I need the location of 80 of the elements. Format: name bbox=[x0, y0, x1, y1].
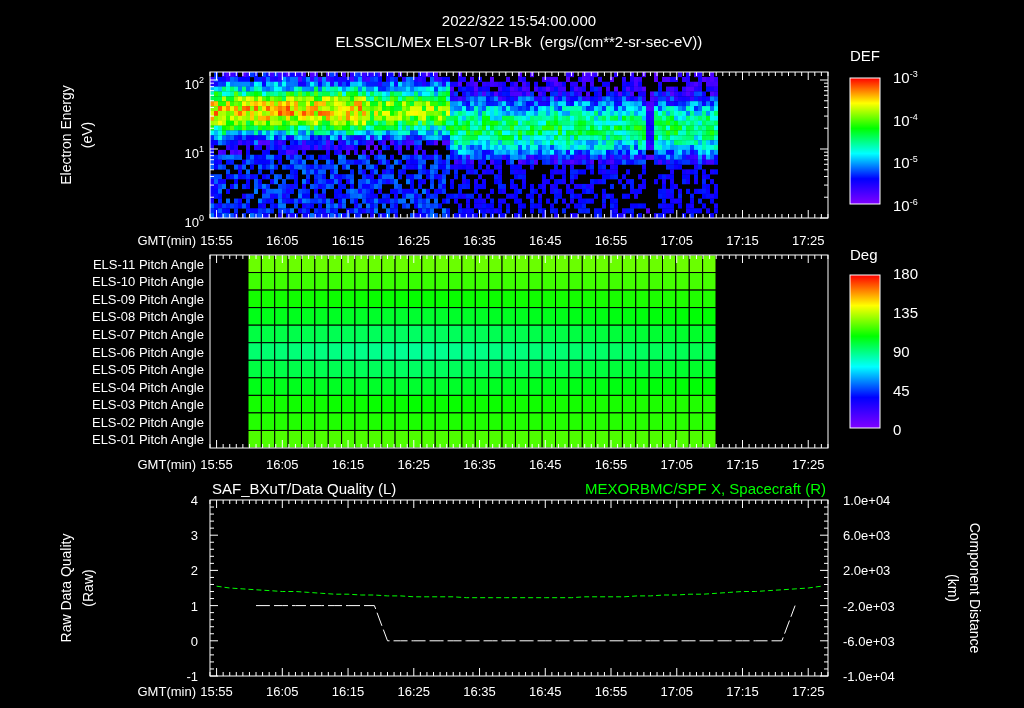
tick-label: -1.0e+04 bbox=[843, 669, 895, 683]
tick-label: 16:55 bbox=[594, 457, 628, 471]
tick-label: 16:25 bbox=[397, 684, 431, 698]
tick-label: 16:05 bbox=[266, 684, 299, 698]
axis-label: GMT(min) bbox=[137, 233, 196, 247]
tick-label: 17:15 bbox=[726, 684, 759, 698]
axis-label: (Raw) bbox=[81, 569, 95, 607]
color-bar-label: 10$^{-3}$ bbox=[893, 69, 918, 85]
row-label: ELS-11 Pitch Angle bbox=[92, 257, 204, 271]
tick-label: 10$^{0}$ bbox=[184, 213, 204, 229]
tick-label: 17:25 bbox=[791, 233, 825, 247]
color-bar-label: 0 bbox=[893, 421, 902, 437]
color-bar-label: 135 bbox=[893, 304, 919, 320]
tick-label: 16:35 bbox=[463, 233, 496, 247]
row-label: ELS-09 Pitch Angle bbox=[91, 292, 204, 306]
tick-label: 16:35 bbox=[463, 457, 496, 471]
color-bar-label: 90 bbox=[893, 343, 910, 359]
row-label: ELS-01 Pitch Angle bbox=[91, 432, 204, 446]
tick-label: 16:15 bbox=[331, 684, 365, 698]
row-label: ELS-08 Pitch Angle bbox=[91, 309, 204, 323]
plot-title: 2022/322 15:54:00.000 bbox=[441, 12, 597, 29]
tick-label: 2.0e+03 bbox=[843, 563, 891, 577]
tick-label: 15:55 bbox=[200, 233, 233, 247]
tick-label: 10$^{2}$ bbox=[184, 75, 204, 91]
tick-label: 1 bbox=[190, 599, 198, 613]
tick-label: 17:25 bbox=[791, 457, 825, 471]
row-label: ELS-05 Pitch Angle bbox=[91, 362, 204, 376]
tick-label: 17:05 bbox=[660, 233, 693, 247]
tick-label: 16:25 bbox=[397, 233, 431, 247]
tick-label: -2.0e+03 bbox=[843, 599, 895, 613]
plot-subtitle: ELSSCIL/MEx ELS-07 LR-Bk (ergs/(cm**2-sr-sec-eV)) bbox=[335, 33, 703, 50]
tick-label: 16:05 bbox=[266, 233, 299, 247]
tick-label: 17:05 bbox=[660, 457, 693, 471]
color-bar-label: 45 bbox=[893, 382, 910, 398]
tick-label: 17:15 bbox=[726, 233, 759, 247]
tick-label: -1 bbox=[186, 669, 198, 683]
tick-label: 16:15 bbox=[331, 233, 365, 247]
color-bar-title: Deg bbox=[850, 246, 878, 262]
row-label: ELS-04 Pitch Angle bbox=[91, 380, 204, 394]
tick-label: 16:25 bbox=[397, 457, 431, 471]
color-bar-label: 10$^{-4}$ bbox=[893, 112, 918, 127]
row-label: ELS-07 Pitch Angle bbox=[91, 327, 204, 341]
tick-label: 2 bbox=[190, 563, 198, 577]
axis-label: Raw Data Quality bbox=[59, 533, 73, 643]
tick-label: 3 bbox=[190, 528, 198, 542]
axis-label: (km) bbox=[946, 574, 960, 602]
row-label: ELS-06 Pitch Angle bbox=[91, 345, 204, 358]
tick-label: 17:15 bbox=[726, 457, 759, 471]
tick-label: 16:45 bbox=[529, 684, 562, 698]
tick-label: 10$^{1}$ bbox=[184, 144, 204, 160]
axis-label: GMT(min) bbox=[137, 457, 196, 471]
color-bar-label: 10$^{-5}$ bbox=[893, 154, 918, 170]
axis-label: Electron Energy bbox=[59, 85, 73, 185]
tick-label: 1.0e+04 bbox=[843, 493, 891, 507]
row-label: ELS-02 Pitch Angle bbox=[91, 415, 204, 429]
color-bar-label: 10$^{-6}$ bbox=[893, 197, 918, 212]
tick-label: 17:25 bbox=[791, 684, 825, 698]
series-title: MEXORBMC/SPF X, Spacecraft (R) bbox=[585, 480, 826, 496]
tick-label: 16:15 bbox=[331, 457, 365, 471]
tick-label: 16:45 bbox=[529, 457, 562, 471]
tick-label: 4 bbox=[190, 493, 198, 507]
tick-label: 15:55 bbox=[200, 684, 233, 698]
tick-label: 17:05 bbox=[660, 684, 693, 698]
axis-label: GMT(min) bbox=[137, 684, 196, 698]
row-label: ELS-03 Pitch Angle bbox=[91, 397, 204, 411]
tick-label: 16:45 bbox=[529, 233, 562, 247]
row-label: ELS-10 Pitch Angle bbox=[91, 274, 204, 288]
tick-label: -6.0e+03 bbox=[843, 634, 895, 648]
color-bar-label: 180 bbox=[893, 265, 919, 281]
axis-label: (eV) bbox=[80, 121, 94, 149]
tick-label: 0 bbox=[190, 634, 198, 648]
tick-label: 16:35 bbox=[463, 684, 496, 698]
color-bar-title: DEF bbox=[850, 47, 880, 63]
axis-label: Component Distance bbox=[968, 522, 982, 654]
series-title: SAF_BXuT/Data Quality (L) bbox=[212, 480, 397, 496]
tick-label: 6.0e+03 bbox=[843, 528, 891, 542]
tick-label: 16:55 bbox=[594, 233, 628, 247]
tick-label: 15:55 bbox=[200, 457, 233, 471]
tick-label: 16:05 bbox=[266, 457, 299, 471]
tick-label: 16:55 bbox=[594, 684, 628, 698]
